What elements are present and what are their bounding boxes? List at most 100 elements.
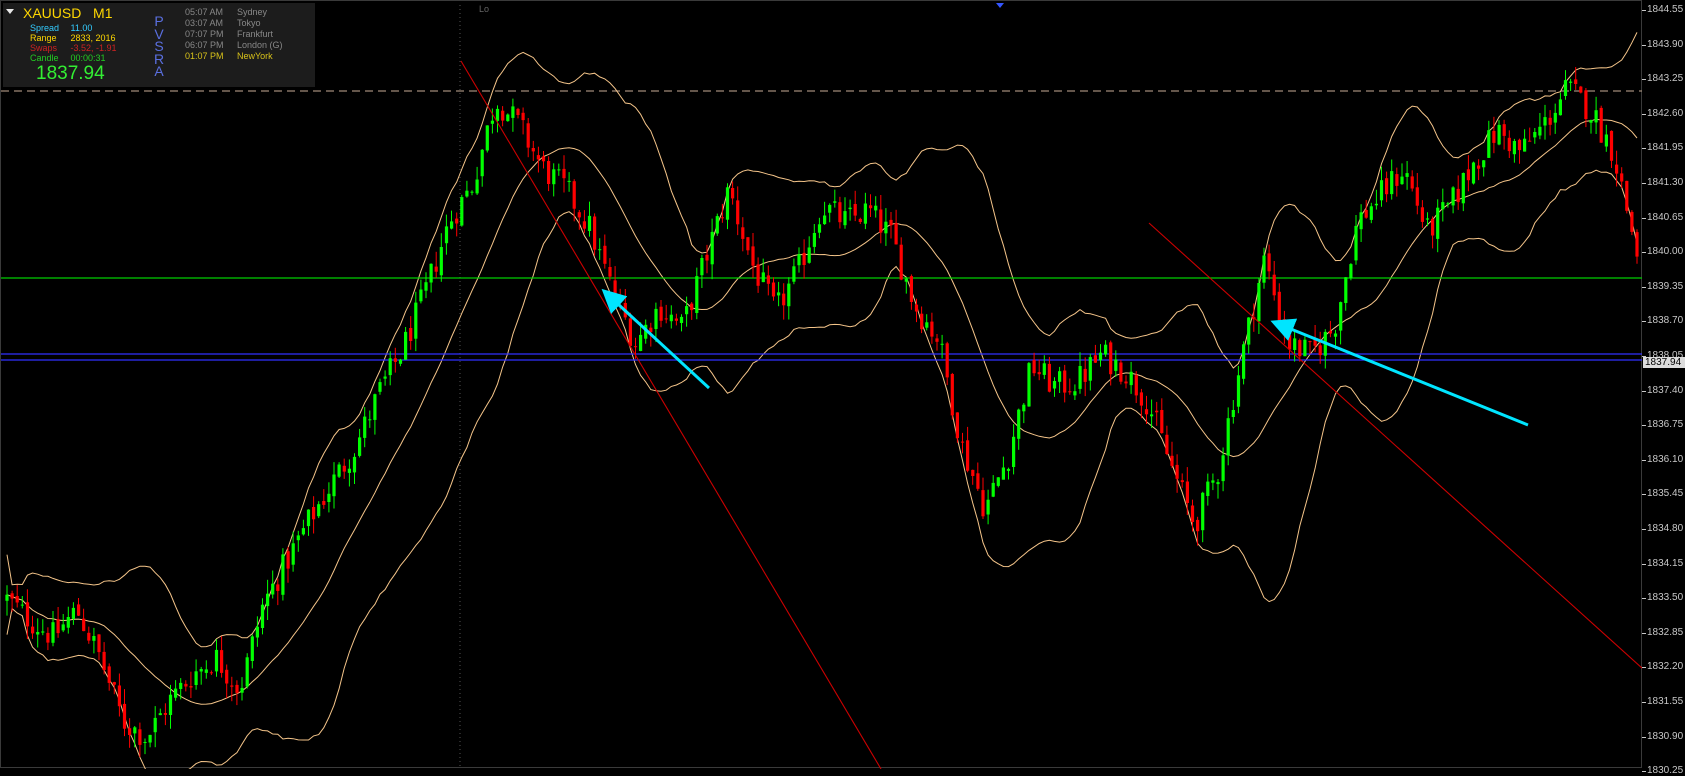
timeframe-label: M1 (93, 5, 113, 21)
candle-body (1425, 218, 1430, 220)
candle-body (567, 180, 571, 182)
candle-body (1206, 481, 1210, 496)
candle-body (240, 687, 244, 693)
candle-body (194, 671, 198, 685)
candle-body (1482, 160, 1486, 168)
candle-body (1257, 283, 1261, 322)
trendline-1 (460, 60, 882, 769)
candle-body (751, 246, 755, 266)
candle-body (1497, 124, 1501, 145)
candle-body (450, 221, 454, 229)
candle-body (833, 201, 837, 203)
symbol-info-panel: XAUUSD M1 Spread 11.00 Range 2833, 2016 … (3, 3, 315, 87)
chart-area[interactable] (0, 0, 1643, 769)
candle-body (547, 161, 551, 184)
candle-body (766, 275, 770, 284)
candle-body (1042, 363, 1046, 375)
price-axis-tick (1642, 390, 1646, 392)
dropdown-arrow-icon[interactable] (6, 9, 14, 14)
candle-body (475, 179, 479, 194)
price-axis-tick (1642, 563, 1646, 565)
candle-body (669, 314, 673, 322)
session-lo-label: Lo (479, 4, 490, 14)
candle-body (419, 289, 423, 302)
candle-body (5, 594, 9, 601)
candle-body (501, 110, 505, 121)
candle-body (981, 490, 985, 517)
candle-body (1502, 124, 1506, 136)
bollinger-middle-band (6, 118, 1638, 705)
price-axis[interactable]: 1844.55 1843.90 1843.25 1842.60 1841.95 1841.… (1642, 0, 1685, 776)
session-time: 01:07 PM (185, 51, 224, 61)
range-value: 2833, 2016 (70, 33, 116, 43)
candle-body (1512, 141, 1516, 155)
current-price-marker: 1837.94 (1643, 356, 1685, 368)
candle-body (51, 622, 55, 643)
price-axis-label: 1836.10 (1647, 453, 1684, 465)
candle-body (1267, 253, 1271, 272)
candle-body (1405, 173, 1409, 177)
candle-body (1390, 171, 1394, 195)
candle-body (465, 190, 469, 197)
price-axis-tick (1642, 632, 1646, 634)
candle-body (1196, 519, 1200, 532)
candle-body (787, 283, 791, 307)
price-axis-tick (1642, 183, 1646, 184)
candle-body (1620, 173, 1624, 182)
candle-body (1058, 371, 1062, 382)
candle-body (1088, 357, 1092, 381)
candle-body (36, 632, 40, 635)
candle-body (884, 221, 888, 234)
session-name: Tokyo (237, 18, 261, 28)
candle-body (1436, 207, 1440, 239)
candle-body (823, 215, 827, 225)
price-axis-tick (1642, 217, 1646, 219)
candle-body (1466, 169, 1470, 181)
candle-body (1236, 375, 1241, 407)
spread-value: 11.00 (70, 23, 93, 33)
candle-body (1017, 409, 1021, 439)
candle-body (577, 212, 581, 218)
candle-body (1615, 164, 1619, 174)
candle-body (685, 306, 689, 315)
candle-body (955, 412, 959, 439)
candle-body (184, 683, 188, 687)
price-chart[interactable] (1, 1, 1643, 769)
candle-body (15, 596, 19, 603)
swaps-row: Swaps -3.52, -1.91 (30, 43, 117, 53)
candle-body (587, 215, 592, 231)
candle-body (327, 493, 331, 502)
session-row-frankfurt: 07:07 PM Frankfurt (185, 29, 273, 39)
candle-body (986, 499, 990, 515)
candle-body (654, 308, 658, 329)
candle-body (1109, 342, 1113, 375)
price-axis-label: 1841.95 (1647, 142, 1684, 154)
candle-body (281, 554, 285, 595)
price-axis-label: 1834.80 (1647, 523, 1684, 534)
candle-body (296, 535, 300, 541)
session-name: London (G) (237, 40, 283, 50)
price-axis-label: 1840.00 (1647, 246, 1684, 258)
candle-body (1277, 291, 1281, 322)
candle-body (1247, 317, 1251, 345)
price-axis-tick (1642, 736, 1646, 738)
candle-body (1231, 410, 1235, 417)
candle-body (782, 293, 786, 306)
price-axis-label: 1841.30 (1647, 177, 1684, 188)
candle-body (598, 249, 602, 251)
candle-body (286, 551, 290, 569)
candle-body (1553, 112, 1557, 123)
candle-body (639, 334, 643, 351)
candle-body (1369, 206, 1373, 220)
candle-body (128, 728, 132, 735)
candle-body (1211, 480, 1215, 483)
session-time: 07:07 PM (185, 29, 224, 39)
candle-body (521, 112, 525, 121)
candle-body (976, 473, 980, 489)
candle-body (250, 636, 254, 661)
candle-body (1298, 340, 1302, 357)
candle-body (1339, 302, 1343, 331)
candle-body (1344, 277, 1348, 303)
candle-body (92, 636, 96, 641)
candle-body (863, 203, 867, 224)
